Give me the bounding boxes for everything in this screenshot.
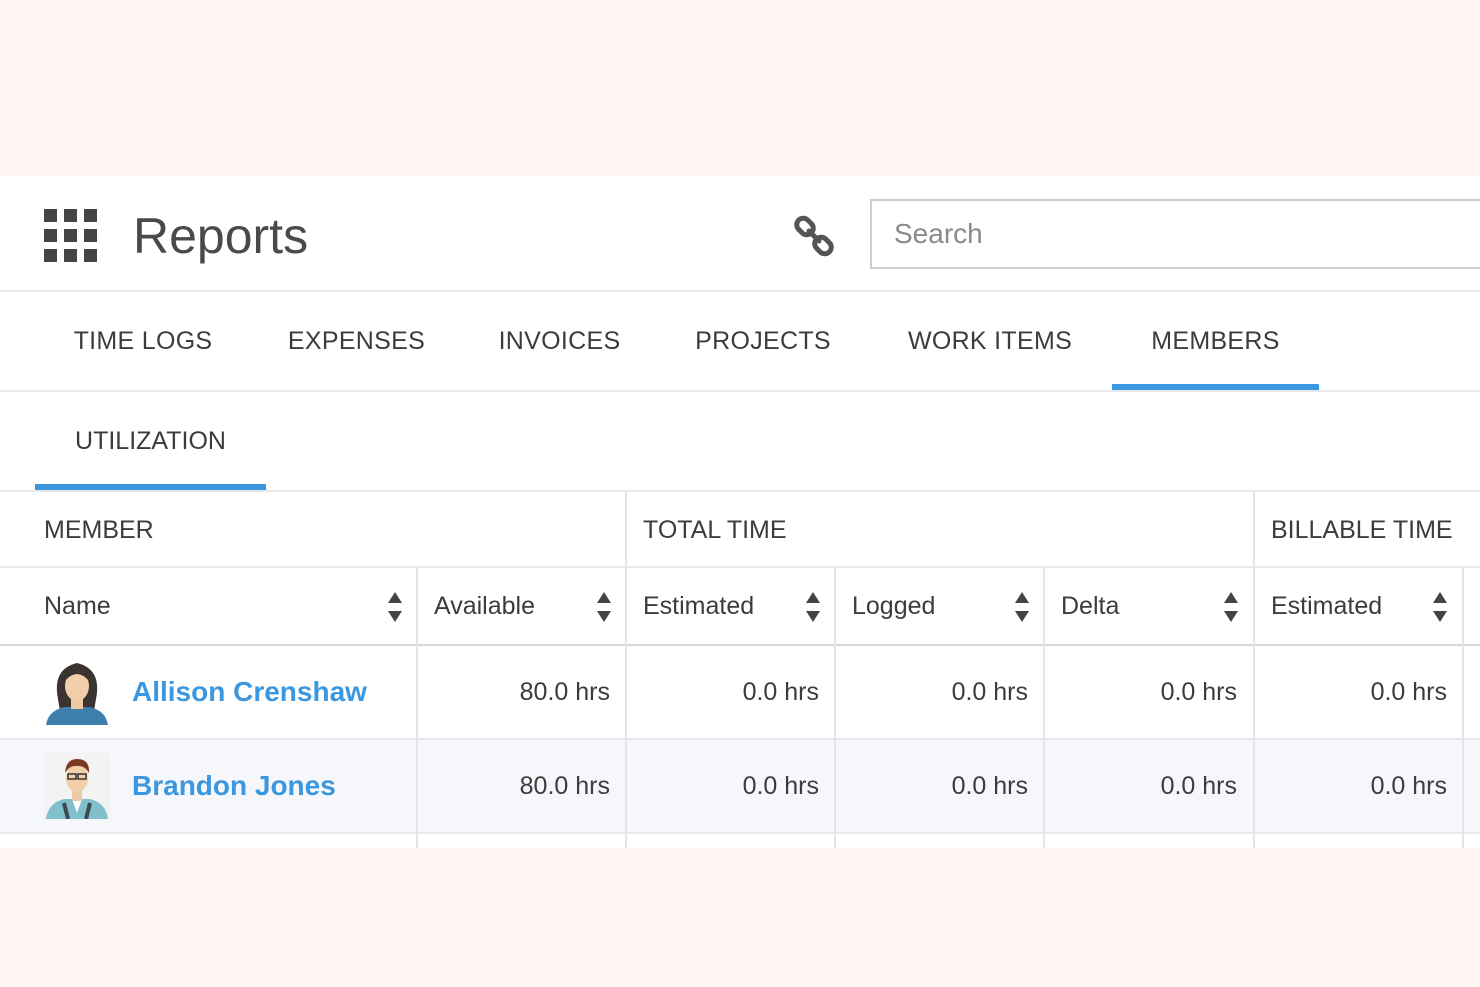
subtab-utilization[interactable]: UTILIZATION [35,392,266,490]
member-name-link[interactable]: Allison Crenshaw [132,646,367,738]
tab-expenses[interactable]: EXPENSES [266,292,447,390]
column-header-name[interactable]: Name [44,568,417,644]
column-header-label: Estimated [1271,592,1383,620]
group-total-time: TOTAL TIME [643,516,787,544]
link-icon[interactable] [792,214,838,260]
tab-members[interactable]: MEMBERS [1112,292,1319,390]
reports-panel: Reports TIME LOGS EXPENSES INVOICES PROJ… [0,176,1480,848]
report-tabs: TIME LOGS EXPENSES INVOICES PROJECTS WOR… [0,292,1480,392]
search-input[interactable] [870,199,1480,269]
estimated-value: 0.0 hrs [742,678,819,706]
column-header-logged[interactable]: Logged [852,568,1044,644]
tab-time-logs[interactable]: TIME LOGS [50,292,236,390]
column-divider [625,492,627,848]
group-member: MEMBER [44,516,154,544]
column-header-label: Estimated [643,592,755,620]
column-divider [1462,568,1464,848]
top-bar: Reports [0,176,1480,292]
member-subtabs: UTILIZATION [0,392,1480,492]
column-header-delta[interactable]: Delta [1061,568,1253,644]
logged-value: 0.0 hrs [951,678,1028,706]
available-value: 80.0 hrs [519,772,610,800]
column-header-estimated[interactable]: Estimated [643,568,835,644]
tab-projects[interactable]: PROJECTS [672,292,854,390]
group-billable-time: BILLABLE TIME [1271,516,1453,544]
sort-icon[interactable] [597,592,611,622]
delta-value: 0.0 hrs [1160,772,1237,800]
sort-icon[interactable] [388,592,402,622]
estimated-value: 0.0 hrs [742,772,819,800]
delta-value: 0.0 hrs [1160,678,1237,706]
avatar [44,753,110,820]
sort-icon[interactable] [806,592,820,622]
column-header-label: Available [434,592,536,620]
column-header-billable-estimated[interactable]: Estimated [1271,568,1463,644]
sort-icon[interactable] [1015,592,1029,622]
sort-icon[interactable] [1433,592,1447,622]
avatar [44,659,110,725]
column-header-label: Delta [1061,592,1120,620]
available-value: 80.0 hrs [519,678,610,706]
member-name-link[interactable]: Brandon Jones [132,740,336,832]
page-title: Reports [133,208,309,264]
column-divider [416,568,418,848]
billable-estimated-value: 0.0 hrs [1370,678,1447,706]
column-header-available[interactable]: Available [434,568,626,644]
column-divider [1253,492,1255,848]
tab-invoices[interactable]: INVOICES [477,292,642,390]
table-row: Allison Crenshaw 80.0 hrs 0.0 hrs 0.0 hr… [0,646,1480,740]
column-header-label: Name [44,592,111,620]
billable-estimated-value: 0.0 hrs [1370,772,1447,800]
logged-value: 0.0 hrs [951,772,1028,800]
sort-icon[interactable] [1224,592,1238,622]
table-row: Brandon Jones 80.0 hrs 0.0 hrs 0.0 hrs 0… [0,740,1480,834]
column-header-label: Logged [852,592,936,620]
tab-work-items[interactable]: WORK ITEMS [884,292,1096,390]
column-divider [834,568,836,848]
apps-grid-icon[interactable] [44,209,98,263]
column-divider [1043,568,1045,848]
